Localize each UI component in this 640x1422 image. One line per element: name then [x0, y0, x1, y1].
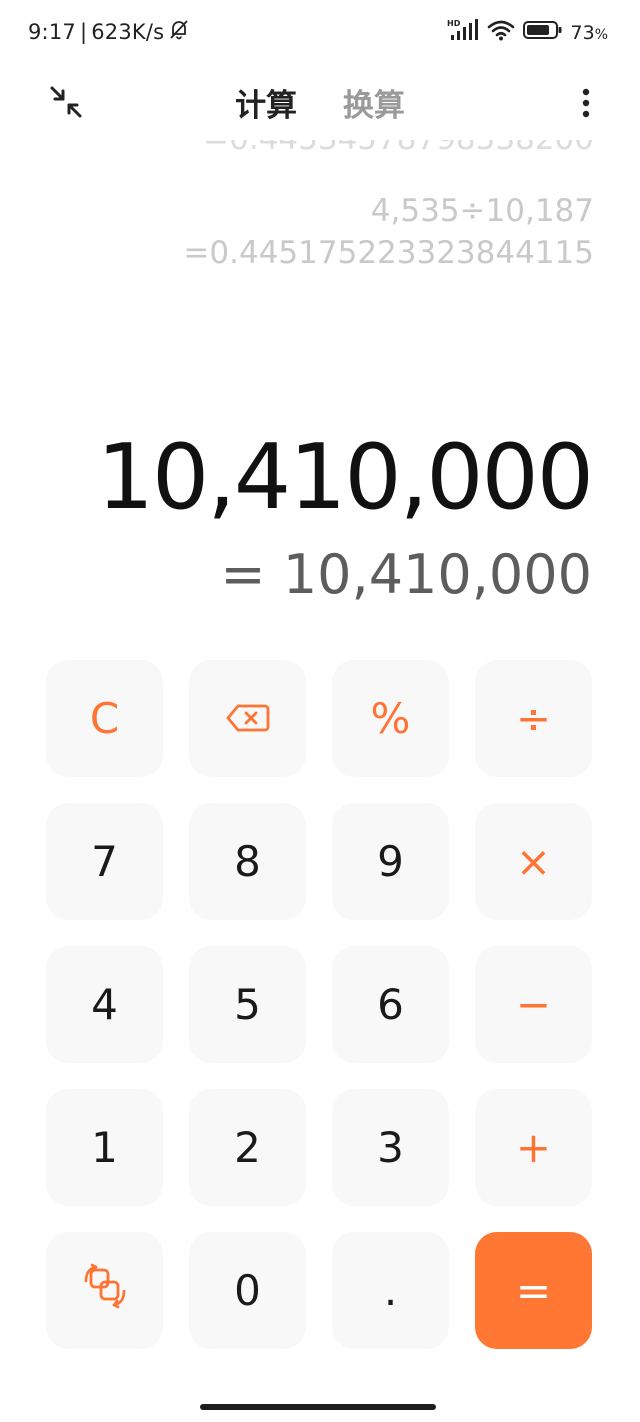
backspace-icon — [226, 694, 270, 743]
history-list[interactable]: =0.44534578798538200 4,535÷10,187 =0.445… — [34, 140, 594, 274]
battery-level: 73% — [571, 22, 609, 44]
history-item[interactable]: 4,535÷10,187 =0.445175223323844115 — [34, 190, 594, 274]
history-result: =0.445175223323844115 — [183, 235, 594, 271]
more-vertical-icon[interactable] — [576, 84, 596, 124]
divide-button[interactable]: ÷ — [475, 660, 592, 777]
network-badge: HD — [447, 19, 461, 28]
decimal-button[interactable]: . — [332, 1232, 449, 1349]
clear-button[interactable]: C — [46, 660, 163, 777]
result-display: = 10,410,000 — [220, 543, 592, 606]
equals-button[interactable]: = — [475, 1232, 592, 1349]
digit-4-button[interactable]: 4 — [46, 946, 163, 1063]
expression-display: 10,410,000 — [96, 425, 594, 530]
history-item[interactable]: =0.44534578798538200 — [34, 140, 594, 166]
digit-6-button[interactable]: 6 — [332, 946, 449, 1063]
backspace-button[interactable] — [189, 660, 306, 777]
digit-0-button[interactable]: 0 — [189, 1232, 306, 1349]
battery-icon — [522, 20, 563, 45]
toolbar: 计算 换算 — [0, 70, 640, 134]
signal-icon: HD — [447, 18, 479, 47]
bell-off-icon — [168, 18, 190, 45]
history-result: =0.44534578798538200 — [34, 140, 594, 155]
add-button[interactable]: + — [475, 1089, 592, 1206]
wifi-icon — [487, 19, 515, 46]
battery-unit: % — [594, 26, 608, 43]
tab-calculate[interactable]: 计算 — [235, 80, 297, 125]
digit-7-button[interactable]: 7 — [46, 803, 163, 920]
digit-9-button[interactable]: 9 — [332, 803, 449, 920]
digit-1-button[interactable]: 1 — [46, 1089, 163, 1206]
status-time: 9:17 — [28, 19, 76, 44]
status-bar: 9:17 | 623K/s HD 73% — [0, 0, 640, 64]
tab-convert[interactable]: 换算 — [343, 80, 405, 125]
digit-5-button[interactable]: 5 — [189, 946, 306, 1063]
subtract-button[interactable]: − — [475, 946, 592, 1063]
switch-mode-icon — [82, 1263, 128, 1319]
mode-switch-button[interactable] — [46, 1232, 163, 1349]
percent-button[interactable]: % — [332, 660, 449, 777]
digit-2-button[interactable]: 2 — [189, 1089, 306, 1206]
digit-3-button[interactable]: 3 — [332, 1089, 449, 1206]
status-separator: | — [79, 19, 88, 44]
battery-value: 73 — [570, 21, 595, 44]
keypad: C % ÷ 7 8 9 × 4 5 6 − 1 2 3 + 0 . = — [46, 660, 594, 1349]
status-right: HD 73% — [447, 18, 609, 47]
home-indicator[interactable] — [200, 1404, 436, 1410]
status-left: 9:17 | 623K/s — [28, 18, 190, 45]
history-expression: 4,535÷10,187 — [370, 193, 594, 229]
digit-8-button[interactable]: 8 — [189, 803, 306, 920]
mode-tabs: 计算 换算 — [0, 80, 640, 125]
calculator-screen: 9:17 | 623K/s HD 73% 计算 换算 4,535÷10,187 … — [0, 0, 640, 1422]
status-network-speed: 623K/s — [91, 19, 165, 44]
multiply-button[interactable]: × — [475, 803, 592, 920]
